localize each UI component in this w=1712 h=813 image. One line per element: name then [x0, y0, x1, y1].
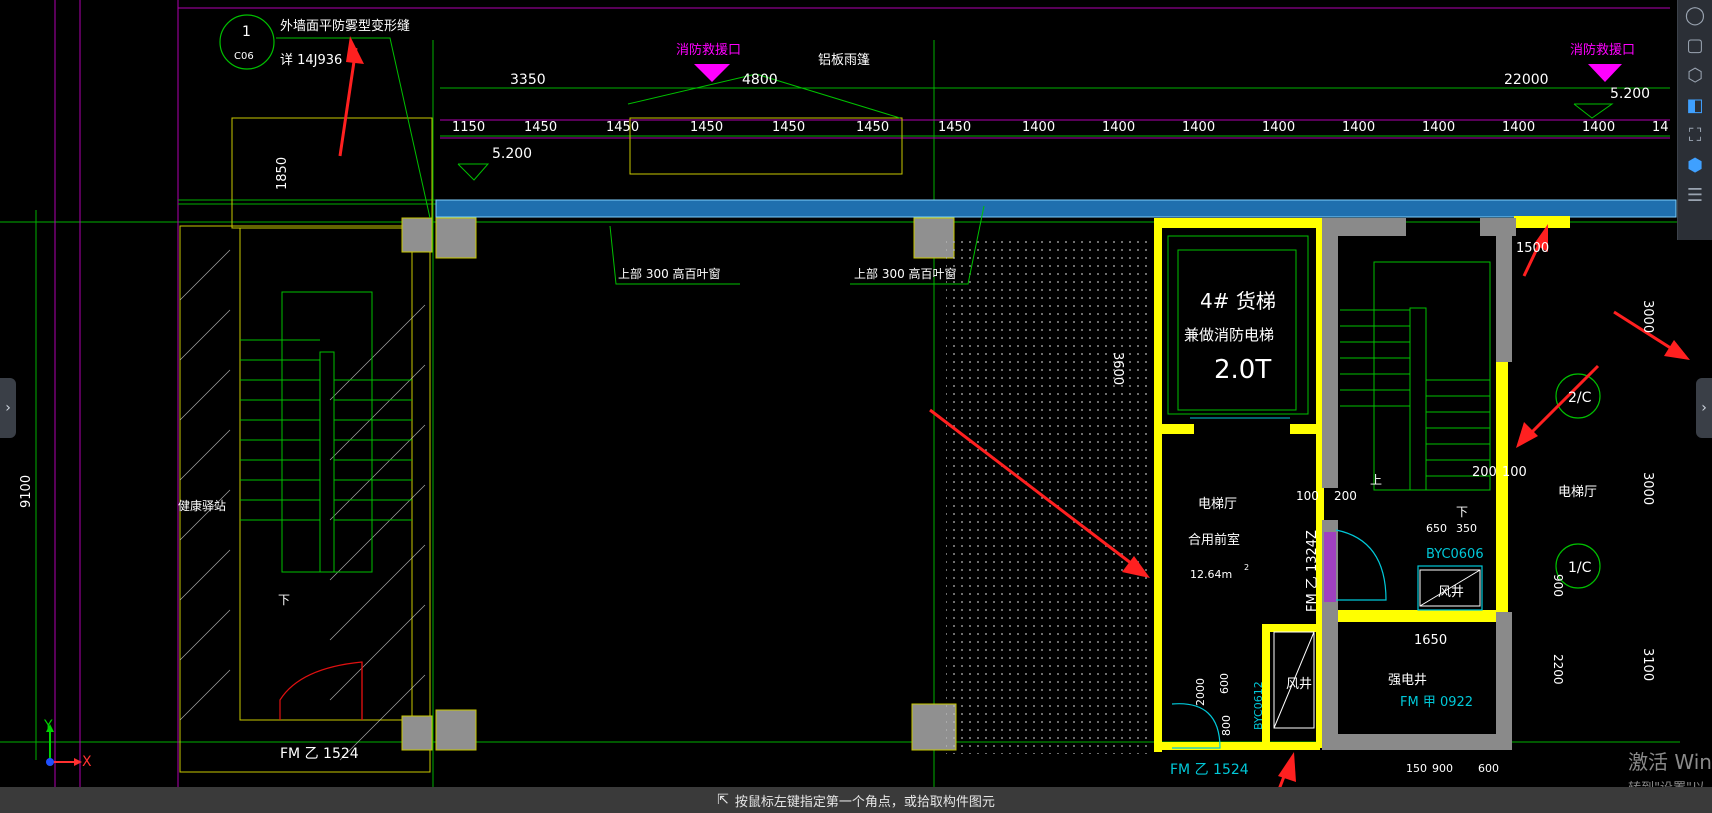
dim-row2-3: 1450 — [690, 120, 723, 135]
detail-number: 1 — [242, 24, 251, 40]
box-icon[interactable]: ⬡ — [1678, 60, 1712, 90]
axis-1c: 1/C — [1568, 560, 1592, 576]
view-toolbar: ◯ ▢ ⬡ ◧ ⛶ ⬢ ☰ — [1677, 0, 1712, 240]
dim-row2-0: 1150 — [452, 120, 485, 135]
louver-1: 上部 300 高百叶窗 — [618, 266, 721, 281]
health-station: 健康驿站 — [178, 498, 226, 513]
detail-title: 外墙面平防雾型变形缝 — [280, 18, 410, 34]
fm-bottom-left: FM 乙 1524 — [280, 746, 359, 762]
dim-9100: 9100 — [19, 475, 34, 508]
dim-3000b: 3000 — [1640, 472, 1655, 505]
ucs-x-label: X — [82, 754, 92, 770]
dim-1850-left: 1850 — [275, 157, 290, 190]
dim-row2-12: 1400 — [1422, 120, 1455, 135]
dim-3100: 3100 — [1640, 648, 1655, 681]
dim-200a: 200 — [1334, 489, 1357, 503]
chevron-right-icon: › — [5, 400, 11, 416]
view-cube-icon[interactable]: ⬢ — [1678, 150, 1712, 180]
cube-3d-icon[interactable]: ▢ — [1678, 30, 1712, 60]
lobby-area: 12.64m — [1190, 568, 1232, 581]
dim-row2-15: 14 — [1652, 120, 1669, 135]
detail-ref: 详 14J936 — [280, 53, 342, 68]
elevation-right: 5.200 — [1610, 86, 1650, 102]
dim-900: 900 — [1551, 574, 1565, 597]
lobby-label-2: 合用前室 — [1188, 532, 1240, 548]
dim-150: 150 — [1406, 762, 1427, 775]
right-panel-toggle[interactable]: › — [1696, 378, 1712, 438]
chevron-right-icon: › — [1701, 400, 1707, 416]
command-prompt-bar: ⇱ 按鼠标左键指定第一个角点，或拾取构件图元 — [0, 787, 1712, 813]
dim-row2-2: 1450 — [606, 120, 639, 135]
elevator-hall-right: 电梯厅 — [1558, 485, 1597, 500]
dim-100a: 100 — [1296, 489, 1319, 503]
dim-600: 600 — [1218, 673, 1231, 694]
dim-row2-13: 1400 — [1502, 120, 1535, 135]
dim-3350: 3350 — [510, 72, 546, 88]
dim-row2-7: 1400 — [1022, 120, 1055, 135]
properties-icon[interactable]: ☰ — [1678, 180, 1712, 210]
dim-row2-14: 1400 — [1582, 120, 1615, 135]
dim-row2-1: 1450 — [524, 120, 557, 135]
purple-door — [1324, 532, 1336, 602]
dim-row2-6: 1450 — [938, 120, 971, 135]
dim-600b: 600 — [1478, 762, 1499, 775]
byc0606: BYC0606 — [1426, 547, 1484, 562]
byc0612: BYC0612 — [1252, 681, 1265, 730]
canopy-label: 铝板雨篷 — [818, 53, 870, 68]
watermark-line1: 激活 Win — [1628, 750, 1712, 774]
detail-sheet: C06 — [234, 51, 254, 62]
dotted-floor-area — [946, 236, 1150, 754]
left-panel-toggle[interactable]: › — [0, 378, 16, 438]
elevator-capacity: 2.0T — [1214, 355, 1271, 385]
fm-1324z: FM 乙 1324Z — [1305, 530, 1320, 612]
ucs-y-label: Y — [44, 718, 53, 734]
shaft-1: 风井 — [1438, 585, 1464, 600]
dim-22000: 22000 — [1504, 72, 1549, 88]
down-label-right: 下 — [1456, 505, 1468, 519]
up-label: 上 — [1370, 473, 1382, 487]
dim-650: 650 — [1426, 522, 1447, 535]
dim-1500: 1500 — [1516, 241, 1549, 256]
lobby-label-1: 电梯厅 — [1198, 497, 1237, 512]
fire-rescue-left: 消防救援口 — [676, 42, 741, 58]
fullscreen-icon[interactable]: ⛶ — [1678, 120, 1712, 150]
dim-3600: 3600 — [1110, 352, 1125, 385]
dim-2000: 2000 — [1194, 678, 1207, 706]
elevation-left: 5.200 — [492, 146, 532, 162]
louver-2: 上部 300 高百叶窗 — [854, 266, 957, 281]
dim-4800: 4800 — [742, 72, 778, 88]
cad-drawing-canvas[interactable]: 1 C06 外墙面平防雾型变形缝 详 14J936 铝板雨篷 消防救援口 消防救… — [0, 0, 1712, 813]
dim-900b: 900 — [1432, 762, 1453, 775]
elevator-title: 4# 货梯 — [1200, 289, 1276, 313]
fm-0922: FM 甲 0922 — [1400, 695, 1473, 710]
dim-row2-11: 1400 — [1342, 120, 1375, 135]
lobby-area-sup: 2 — [1244, 563, 1249, 572]
dim-row2-5: 1450 — [856, 120, 889, 135]
dim-row2-4: 1450 — [772, 120, 805, 135]
dim-200b: 200 — [1472, 465, 1497, 480]
shaft-2: 风井 — [1286, 677, 1312, 692]
orbit-icon[interactable]: ◯ — [1678, 0, 1712, 30]
cursor-select-icon: ⇱ — [717, 792, 729, 808]
dim-100b: 100 — [1502, 465, 1527, 480]
dim-row2-9: 1400 — [1182, 120, 1215, 135]
dim-row2-10: 1400 — [1262, 120, 1295, 135]
dim-row2-8: 1400 — [1102, 120, 1135, 135]
curtain-window-strip — [435, 199, 1677, 218]
down-left: 下 — [278, 593, 290, 607]
dim-1650: 1650 — [1414, 633, 1447, 648]
fire-rescue-right: 消防救援口 — [1570, 42, 1635, 58]
dim-2200: 2200 — [1551, 654, 1565, 685]
axis-2c: 2/C — [1568, 390, 1592, 406]
layer-cube-icon[interactable]: ◧ — [1678, 90, 1712, 120]
command-prompt-text: 按鼠标左键指定第一个角点，或拾取构件图元 — [734, 794, 995, 810]
dim-3000a: 3000 — [1640, 300, 1655, 333]
dim-350: 350 — [1456, 522, 1477, 535]
fm-bottom-right: FM 乙 1524 — [1170, 762, 1249, 778]
dim-800: 800 — [1220, 715, 1233, 736]
elevator-subtitle: 兼做消防电梯 — [1184, 326, 1274, 344]
strong-well: 强电井 — [1388, 673, 1427, 688]
